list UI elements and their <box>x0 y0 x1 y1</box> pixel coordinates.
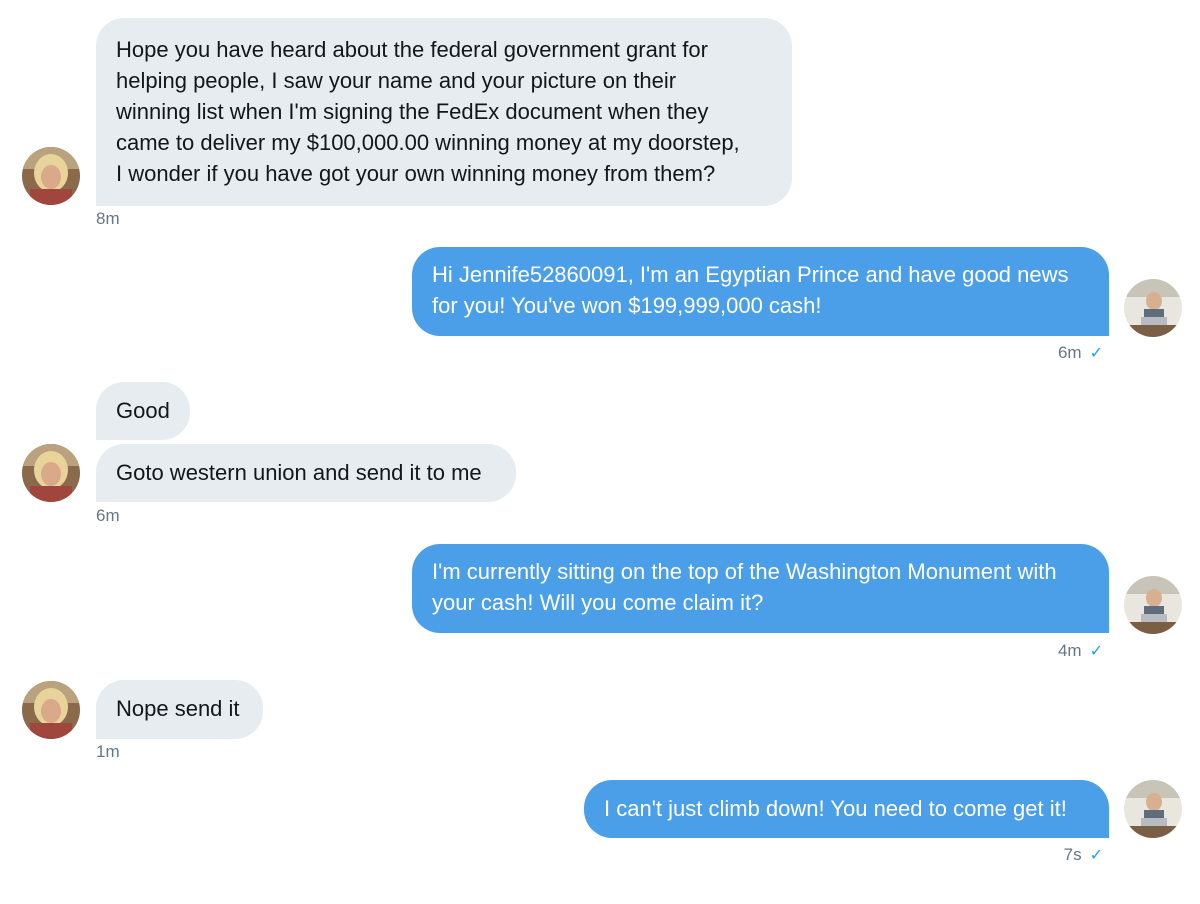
woman-avatar-icon <box>22 681 80 739</box>
sender-avatar[interactable] <box>22 681 80 739</box>
message-timestamp: 1m <box>96 742 120 761</box>
message-bubble-incoming[interactable]: Goto western union and send it to me <box>96 444 516 502</box>
user-avatar[interactable] <box>1124 279 1182 337</box>
sender-avatar[interactable] <box>22 444 80 502</box>
timestamp-text: 7s <box>1063 845 1082 864</box>
user-avatar[interactable] <box>1124 780 1182 838</box>
message-timestamp: 6m ✓ <box>1058 343 1103 364</box>
timestamp-text: 4m <box>1057 641 1082 660</box>
message-bubble-incoming[interactable]: Nope send it <box>96 680 263 739</box>
woman-avatar-icon <box>22 147 80 205</box>
man-at-laptop-avatar-icon <box>1124 576 1182 634</box>
message-timestamp: 7s ✓ <box>1064 845 1103 866</box>
checkmark-icon: ✓ <box>1089 847 1103 864</box>
checkmark-icon: ✓ <box>1089 643 1103 660</box>
woman-avatar-icon <box>22 444 80 502</box>
message-bubble-outgoing[interactable]: I can't just climb down! You need to com… <box>584 780 1109 838</box>
message-timestamp: 4m ✓ <box>1058 641 1103 662</box>
sender-avatar[interactable] <box>22 147 80 205</box>
checkmark-icon: ✓ <box>1089 345 1103 362</box>
timestamp-text: 6m <box>1057 343 1082 362</box>
message-timestamp: 8m <box>96 209 120 228</box>
message-bubble-outgoing[interactable]: Hi Jennife52860091, I'm an Egyptian Prin… <box>412 247 1109 336</box>
man-at-laptop-avatar-icon <box>1124 279 1182 337</box>
message-bubble-incoming[interactable]: Hope you have heard about the federal go… <box>96 18 792 206</box>
user-avatar[interactable] <box>1124 576 1182 634</box>
man-at-laptop-avatar-icon <box>1124 780 1182 838</box>
message-timestamp: 6m <box>96 506 120 525</box>
message-bubble-outgoing[interactable]: I'm currently sitting on the top of the … <box>412 544 1109 633</box>
message-bubble-incoming[interactable]: Good <box>96 382 190 440</box>
